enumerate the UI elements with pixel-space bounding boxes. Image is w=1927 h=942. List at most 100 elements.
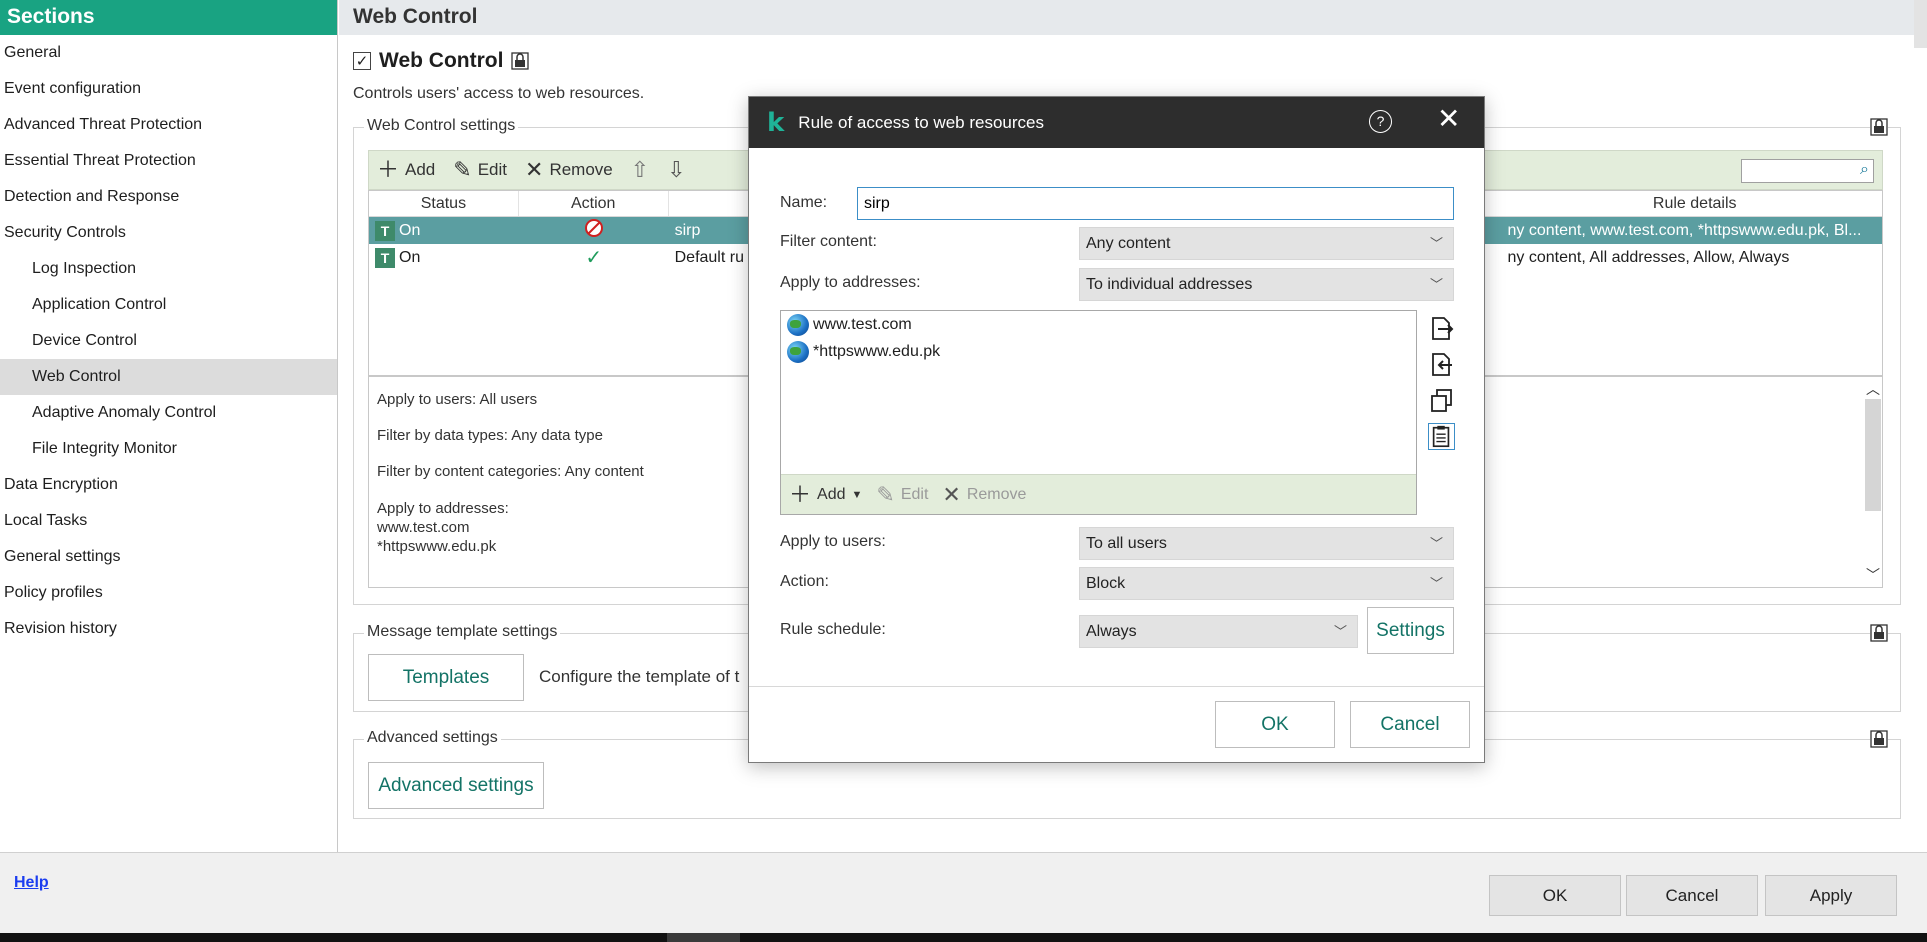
dialog-ok-button[interactable]: OK — [1215, 701, 1335, 748]
apply-to-users-label: Apply to users: — [780, 533, 886, 550]
sidebar-item-data-encryption[interactable]: Data Encryption — [0, 467, 337, 503]
pencil-icon: ✎ — [453, 157, 472, 182]
sidebar-item-essential-threat-protection[interactable]: Essential Threat Protection — [0, 143, 337, 179]
window-scrollbar[interactable] — [1914, 0, 1927, 48]
list-item[interactable]: www.test.com — [781, 311, 1416, 338]
chevron-up-icon[interactable]: ︿ — [1866, 379, 1880, 399]
apply-to-addresses-select[interactable]: To individual addresses ﹀ — [1079, 268, 1454, 301]
address-list: www.test.com *httpswww.edu.pk ＋ Add ▼ ✎ Edi… — [780, 310, 1417, 515]
address-text: *httpswww.edu.pk — [813, 342, 941, 360]
remove-label: Remove — [966, 485, 1027, 503]
arrow-up-icon: ⇧ — [630, 157, 650, 182]
dialog-cancel-button[interactable]: Cancel — [1350, 701, 1470, 748]
chevron-down-icon[interactable]: ﹀ — [1866, 565, 1880, 585]
page-description: Controls users' access to web resources. — [353, 85, 645, 102]
bottom-bar: Help OK Cancel Apply — [0, 852, 1927, 933]
web-control-checkbox[interactable]: ✓ — [353, 52, 371, 70]
sidebar-item-web-control[interactable]: Web Control — [0, 359, 337, 395]
toggle-status-icon: T — [375, 247, 395, 268]
dialog-divider — [749, 686, 1484, 687]
sidebar: Sections General Event configuration Adv… — [0, 0, 338, 852]
action-value: Block — [1086, 575, 1126, 592]
paste-icon[interactable] — [1428, 423, 1455, 450]
column-rule-details[interactable]: Rule details — [1507, 191, 1882, 216]
checkmark-icon: ✓ — [585, 247, 603, 269]
search-input[interactable]: ⌕ — [1741, 159, 1874, 183]
remove-address-button[interactable]: ✕ Remove — [942, 483, 1027, 506]
copy-icon[interactable] — [1428, 387, 1455, 414]
address-text: www.test.com — [813, 315, 912, 333]
search-icon: ⌕ — [1860, 161, 1869, 178]
close-icon[interactable]: ✕ — [1437, 105, 1460, 133]
group-title: Message template settings — [364, 623, 561, 641]
plus-icon: ＋ — [377, 157, 400, 182]
dialog-title: Rule of access to web resources — [798, 112, 1044, 132]
advanced-settings-button[interactable]: Advanced settings — [368, 762, 544, 809]
rule-schedule-value: Always — [1086, 623, 1137, 640]
sidebar-item-detection-and-response[interactable]: Detection and Response — [0, 179, 337, 215]
sidebar-item-event-configuration[interactable]: Event configuration — [0, 71, 337, 107]
templates-description: Configure the template of t — [539, 667, 740, 686]
remove-label: Remove — [549, 160, 613, 179]
move-down-button[interactable]: ⇩ — [667, 159, 685, 181]
column-action[interactable]: Action — [519, 191, 669, 216]
dialog-title-bar: k Rule of access to web resources ? ✕ — [749, 97, 1484, 148]
close-icon: ✕ — [525, 157, 544, 182]
sidebar-item-general[interactable]: General — [0, 35, 337, 71]
help-link[interactable]: Help — [14, 874, 49, 892]
sidebar-item-revision-history[interactable]: Revision history — [0, 611, 337, 647]
edit-address-button[interactable]: ✎ Edit — [876, 483, 929, 506]
edit-label: Edit — [477, 160, 507, 179]
filter-content-select[interactable]: Any content ﹀ — [1079, 227, 1454, 260]
sidebar-item-advanced-threat-protection[interactable]: Advanced Threat Protection — [0, 107, 337, 143]
details-scrollbar[interactable]: ︿ ﹀ — [1862, 377, 1882, 587]
apply-button[interactable]: Apply — [1765, 875, 1897, 916]
export-icon[interactable] — [1428, 315, 1455, 342]
add-label: Add — [817, 485, 846, 503]
taskbar — [0, 933, 1927, 942]
rule-schedule-select[interactable]: Always ﹀ — [1079, 615, 1358, 648]
apply-to-addresses-value: To individual addresses — [1086, 276, 1253, 293]
row-status: On — [399, 221, 421, 239]
sidebar-item-policy-profiles[interactable]: Policy profiles — [0, 575, 337, 611]
edit-rule-button[interactable]: ✎ Edit — [453, 159, 507, 181]
sidebar-item-local-tasks[interactable]: Local Tasks — [0, 503, 337, 539]
scrollbar-thumb[interactable] — [1865, 399, 1881, 511]
action-select[interactable]: Block ﹀ — [1079, 567, 1454, 600]
move-up-button[interactable]: ⇧ — [631, 159, 649, 181]
lock-icon[interactable] — [511, 52, 530, 70]
sidebar-item-log-inspection[interactable]: Log Inspection — [0, 251, 337, 287]
sidebar-item-file-integrity-monitor[interactable]: File Integrity Monitor — [0, 431, 337, 467]
templates-button[interactable]: Templates — [368, 654, 524, 701]
add-rule-button[interactable]: ＋ Add — [377, 159, 435, 181]
cancel-button[interactable]: Cancel — [1626, 875, 1758, 916]
apply-to-users-select[interactable]: To all users ﹀ — [1079, 527, 1454, 560]
ok-button[interactable]: OK — [1489, 875, 1621, 916]
web-control-toggle-row: ✓ Web Control — [353, 49, 530, 73]
action-label: Action: — [780, 573, 829, 590]
sidebar-item-security-controls[interactable]: Security Controls — [0, 215, 337, 251]
import-icon[interactable] — [1428, 351, 1455, 378]
lock-icon[interactable] — [1870, 118, 1888, 136]
column-status[interactable]: Status — [369, 191, 519, 216]
sidebar-item-device-control[interactable]: Device Control — [0, 323, 337, 359]
lock-icon[interactable] — [1870, 624, 1888, 642]
help-icon[interactable]: ? — [1369, 110, 1392, 133]
sidebar-item-application-control[interactable]: Application Control — [0, 287, 337, 323]
chevron-down-icon: ﹀ — [1429, 277, 1443, 292]
filter-content-label: Filter content: — [780, 233, 877, 250]
schedule-settings-button[interactable]: Settings — [1367, 607, 1454, 654]
lock-icon[interactable] — [1870, 730, 1888, 748]
edit-label: Edit — [900, 485, 929, 503]
block-icon — [584, 219, 603, 237]
add-address-button[interactable]: ＋ Add ▼ — [789, 483, 862, 506]
list-item[interactable]: *httpswww.edu.pk — [781, 338, 1416, 365]
sidebar-item-general-settings[interactable]: General settings — [0, 539, 337, 575]
rule-dialog: k Rule of access to web resources ? ✕ Na… — [748, 96, 1485, 763]
taskbar-active-item[interactable] — [667, 933, 740, 942]
name-label: Name: — [780, 194, 828, 211]
sidebar-item-adaptive-anomaly-control[interactable]: Adaptive Anomaly Control — [0, 395, 337, 431]
name-field[interactable] — [857, 187, 1454, 220]
sidebar-header: Sections — [0, 0, 337, 35]
remove-rule-button[interactable]: ✕ Remove — [525, 159, 613, 181]
